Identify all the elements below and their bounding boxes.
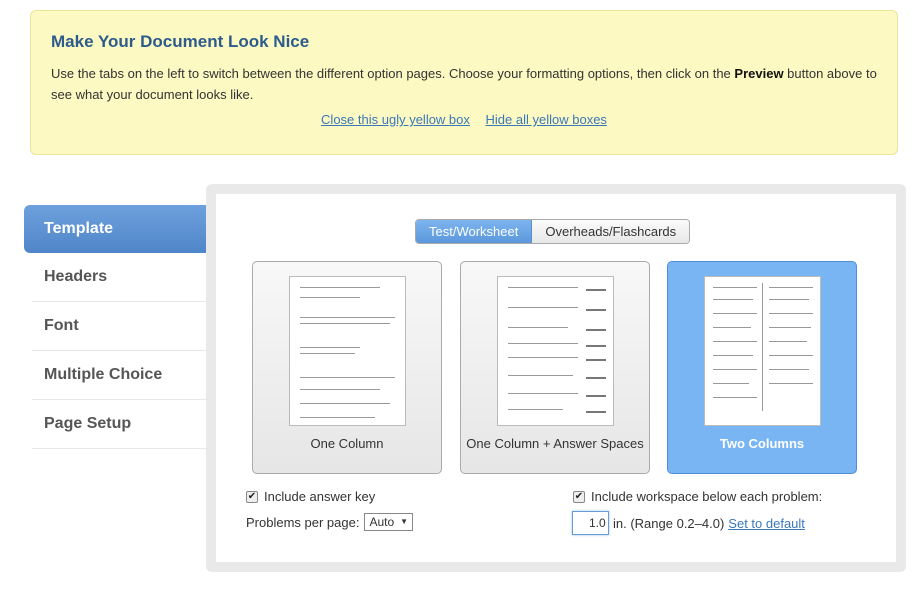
template-one-column-answer-spaces[interactable]: One Column + Answer Spaces [460, 261, 650, 474]
sidebar-item-font[interactable]: Font [32, 302, 216, 351]
tab-test-worksheet[interactable]: Test/Worksheet [416, 220, 533, 243]
template-two-columns[interactable]: Two Columns [667, 261, 857, 474]
workspace-size-option: 1.0 in. (Range 0.2–4.0) Set to default [572, 511, 805, 535]
problems-per-page-select[interactable]: Auto ▼ [364, 513, 414, 531]
help-links: Close this ugly yellow box Hide all yell… [31, 112, 897, 127]
chevron-down-icon: ▼ [400, 517, 409, 526]
workspace-unit-label: in. (Range 0.2–4.0) [613, 515, 725, 531]
two-columns-preview-thumbnail [704, 276, 821, 426]
problems-per-page-label: Problems per page: [246, 514, 360, 530]
sidebar: Template Headers Font Multiple Choice Pa… [24, 205, 216, 449]
one-column-preview-thumbnail [289, 276, 406, 426]
help-text-preview: Preview [734, 66, 784, 81]
set-to-default-link[interactable]: Set to default [728, 516, 805, 531]
one-column-answer-spaces-preview-thumbnail [497, 276, 614, 426]
sidebar-item-headers[interactable]: Headers [32, 253, 216, 302]
answer-key-option: ✔ Include answer key [246, 489, 375, 504]
template-one-column[interactable]: One Column [252, 261, 442, 474]
workspace-checkbox[interactable]: ✔ [573, 490, 585, 503]
close-yellow-box-link[interactable]: Close this ugly yellow box [321, 112, 470, 127]
tab-overheads-flashcards[interactable]: Overheads/Flashcards [532, 220, 690, 243]
sidebar-item-multiple-choice[interactable]: Multiple Choice [32, 351, 216, 400]
help-title: Make Your Document Look Nice [51, 32, 310, 51]
help-text: Use the tabs on the left to switch betwe… [51, 63, 891, 105]
template-label: One Column [310, 436, 384, 451]
help-box: Make Your Document Look Nice Use the tab… [30, 10, 898, 155]
sidebar-item-template[interactable]: Template [24, 205, 216, 253]
template-label: Two Columns [719, 436, 805, 451]
document-type-toggle: Test/Worksheet Overheads/Flashcards [415, 219, 691, 244]
template-label: One Column + Answer Spaces [466, 436, 644, 451]
sidebar-item-page-setup[interactable]: Page Setup [32, 400, 216, 449]
hide-yellow-boxes-link[interactable]: Hide all yellow boxes [486, 112, 607, 127]
help-text-start: Use the tabs on the left to switch betwe… [51, 66, 735, 81]
workspace-option: ✔ Include workspace below each problem: [573, 489, 822, 504]
answer-key-label: Include answer key [264, 489, 376, 504]
workspace-label: Include workspace below each problem: [591, 489, 823, 504]
problems-per-page-value: Auto [369, 515, 395, 529]
answer-key-checkbox[interactable]: ✔ [246, 490, 258, 503]
workspace-size-input[interactable]: 1.0 [572, 511, 609, 535]
problems-per-page-option: Problems per page: Auto ▼ [246, 513, 414, 531]
